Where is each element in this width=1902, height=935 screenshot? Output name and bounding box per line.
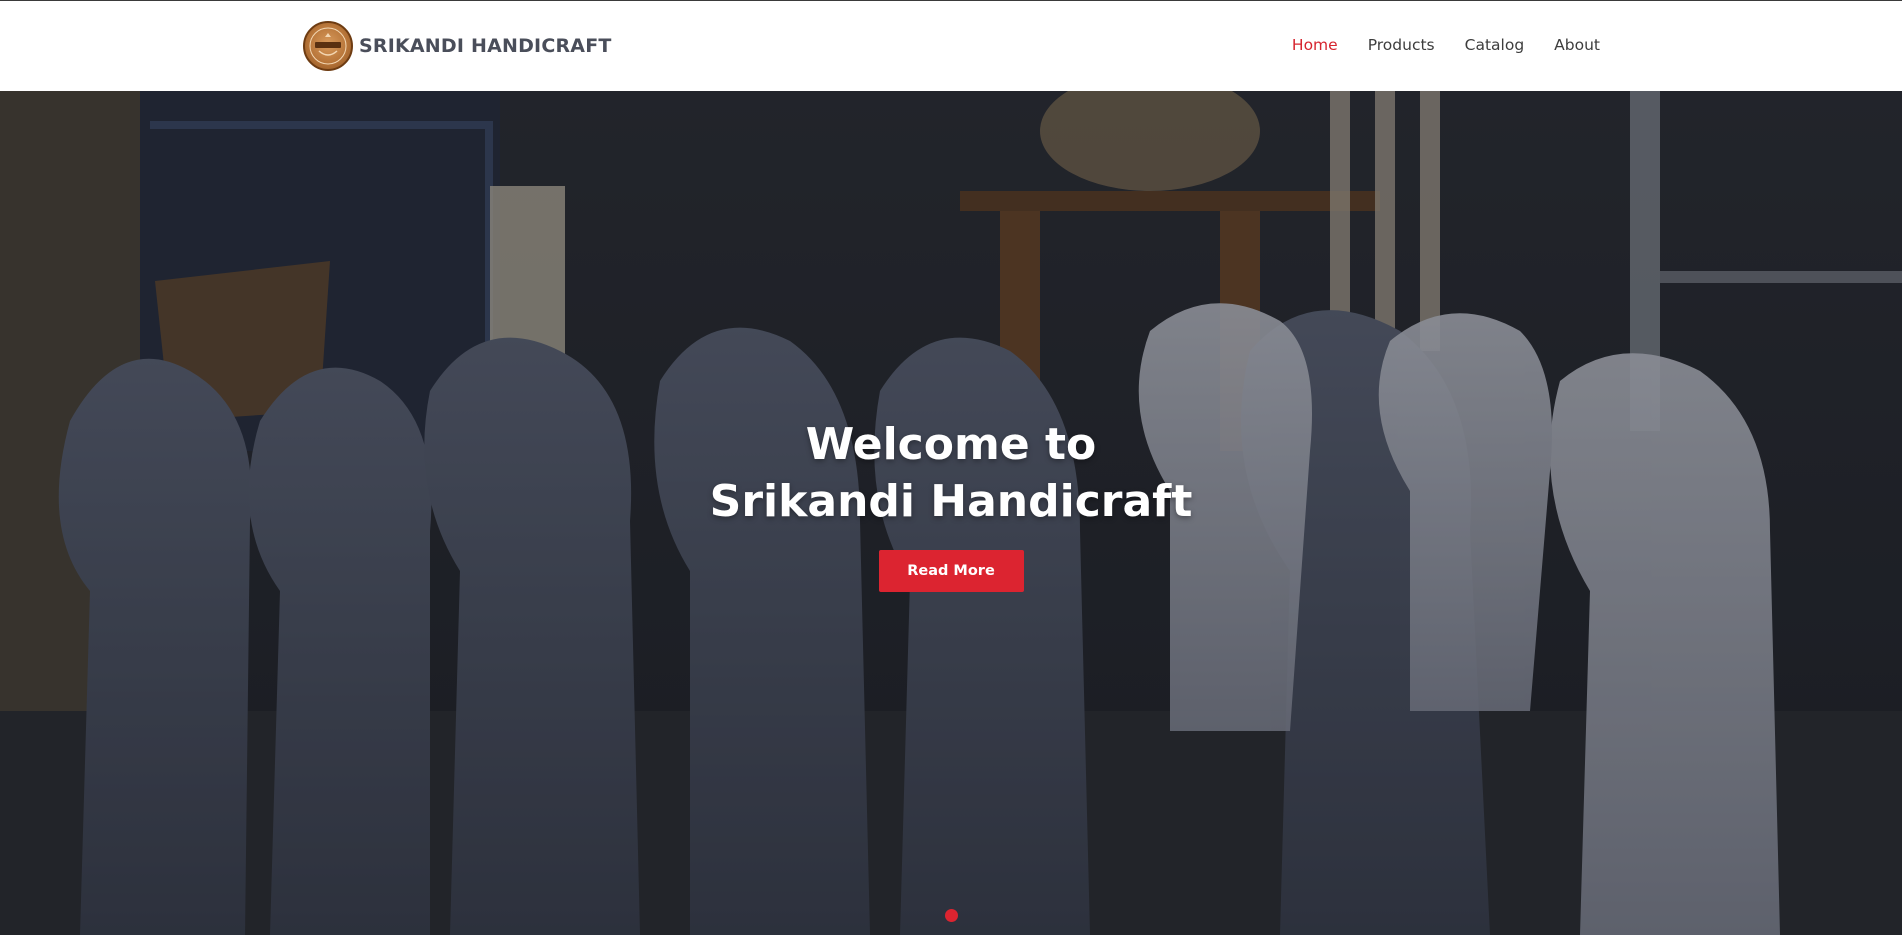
read-more-button[interactable]: Read More (878, 550, 1024, 592)
carousel-dot-active[interactable] (945, 909, 958, 922)
hero-title-line2: Srikandi Handicraft (709, 476, 1193, 527)
nav-home[interactable]: Home (1292, 31, 1338, 59)
hero-title: Welcome to Srikandi Handicraft (0, 416, 1902, 530)
main-nav: Home Products Catalog About (1292, 31, 1600, 59)
site-header: SRIKANDI HANDICRAFT Home Products Catalo… (0, 1, 1902, 91)
nav-catalog[interactable]: Catalog (1465, 31, 1525, 59)
hero-content: Welcome to Srikandi Handicraft Read More (0, 416, 1902, 592)
nav-about[interactable]: About (1554, 31, 1600, 59)
brand-name: SRIKANDI HANDICRAFT (359, 35, 612, 57)
brand-link[interactable]: SRIKANDI HANDICRAFT (303, 21, 612, 71)
brand-logo-icon (303, 21, 353, 71)
hero-title-line1: Welcome to (805, 419, 1097, 470)
hero-carousel: Welcome to Srikandi Handicraft Read More (0, 91, 1902, 935)
nav-products[interactable]: Products (1368, 31, 1435, 59)
carousel-indicators (945, 909, 958, 922)
